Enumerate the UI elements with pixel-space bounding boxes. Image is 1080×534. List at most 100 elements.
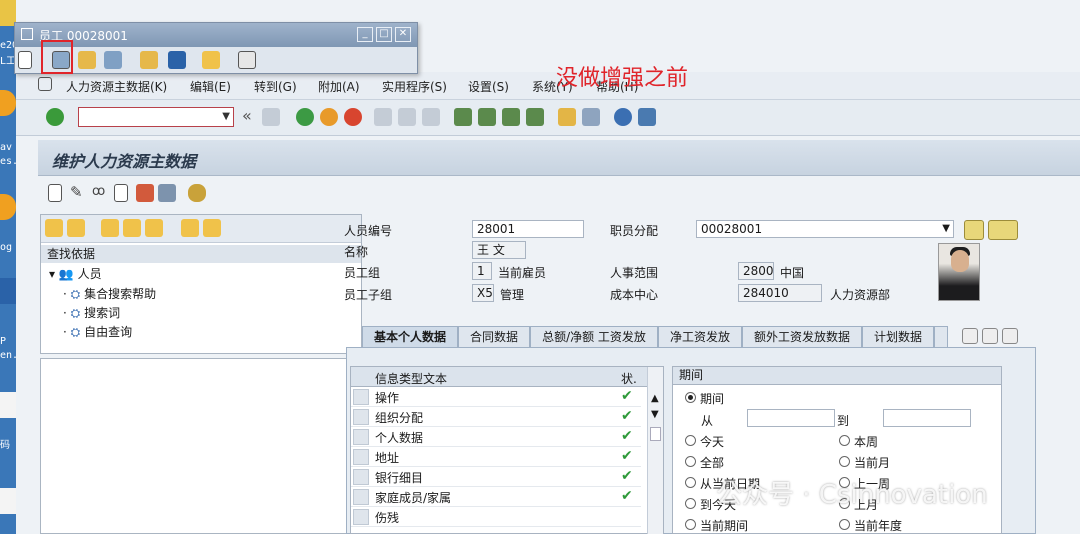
command-field[interactable]: ▼ — [78, 107, 234, 127]
cancel-icon[interactable] — [344, 108, 362, 126]
arrow-left-icon[interactable] — [45, 219, 63, 237]
next-page-icon[interactable] — [502, 108, 520, 126]
radio-to-today[interactable] — [685, 498, 696, 509]
vertical-scrollbar[interactable]: ▲ ▼ — [647, 367, 663, 534]
tree-item-free-search[interactable]: · ⛭ 自由查询 — [63, 323, 132, 340]
tab-contract[interactable]: 合同数据 — [458, 326, 530, 348]
tab-overflow[interactable] — [934, 326, 948, 348]
enter-check-icon[interactable] — [46, 108, 64, 126]
radio-current-year[interactable] — [839, 519, 850, 530]
table-row[interactable]: 伤残 — [351, 507, 641, 527]
radio-from-current-date[interactable] — [685, 477, 696, 488]
execute-icon[interactable] — [168, 51, 186, 69]
favorite-add-icon[interactable] — [101, 219, 119, 237]
transfer-icon[interactable] — [140, 51, 158, 69]
new-session-icon[interactable] — [558, 108, 576, 126]
info-icon[interactable] — [238, 51, 256, 69]
table-row[interactable]: 地址 ✔ — [351, 447, 641, 467]
calendar-icon[interactable] — [104, 51, 122, 69]
exit-icon[interactable] — [320, 108, 338, 126]
document-icon[interactable] — [0, 392, 16, 418]
menu-item-extras[interactable]: 附加(A) — [318, 78, 360, 95]
table-row[interactable]: 操作 ✔ — [351, 387, 641, 407]
favorite-remove-icon[interactable] — [145, 219, 163, 237]
table-row[interactable]: 家庭成员/家属 ✔ — [351, 487, 641, 507]
arrow-right-icon[interactable] — [67, 219, 85, 237]
delete-trash-icon[interactable] — [158, 184, 176, 202]
radio-today[interactable] — [685, 435, 696, 446]
scroll-up-icon[interactable]: ▲ — [651, 393, 659, 404]
employee-popup-window[interactable]: 员工 00028001 _ □ ✕ — [14, 22, 418, 74]
row-selector[interactable] — [353, 469, 369, 485]
menu-item-utilities[interactable]: 实用程序(S) — [382, 78, 447, 95]
maximize-button[interactable]: □ — [376, 27, 392, 42]
app-icon[interactable] — [0, 194, 16, 220]
shortcut-icon[interactable] — [582, 108, 600, 126]
edit-icon[interactable] — [78, 51, 96, 69]
expand-icon[interactable] — [203, 219, 221, 237]
dropdown-arrow-icon[interactable]: ▼ — [942, 221, 950, 237]
table-row[interactable]: 个人数据 ✔ — [351, 427, 641, 447]
radio-current-period[interactable] — [685, 519, 696, 530]
back-icon[interactable] — [296, 108, 314, 126]
pernr-input[interactable]: 28001 — [472, 220, 584, 238]
delimit-icon[interactable] — [136, 184, 154, 202]
overview-person-icon[interactable] — [188, 184, 206, 202]
dropdown-arrow-icon[interactable]: ▼ — [222, 111, 230, 122]
org-structure-icon[interactable] — [964, 220, 984, 240]
tree-item-collective-search[interactable]: · ⛭ 集合搜索帮助 — [63, 285, 156, 302]
row-selector[interactable] — [353, 449, 369, 465]
tree-expand-icon[interactable]: ▾ — [49, 267, 55, 281]
window-icon[interactable] — [38, 77, 52, 91]
app-icon[interactable] — [0, 90, 16, 116]
display-glasses-icon[interactable]: ꝏ — [92, 184, 110, 202]
tab-scroll-left-icon[interactable] — [962, 328, 978, 344]
period-from-input[interactable] — [747, 409, 835, 427]
find-next-icon[interactable] — [422, 108, 440, 126]
tab-gross-net-payroll[interactable]: 总额/净额 工资发放 — [530, 326, 658, 348]
tree-node-persons[interactable]: ▾ 👥 人员 — [49, 265, 102, 282]
assignment-select[interactable]: 00028001 ▼ — [696, 220, 954, 238]
row-selector[interactable] — [353, 409, 369, 425]
scroll-down-icon[interactable]: ▼ — [651, 409, 659, 420]
first-page-icon[interactable] — [454, 108, 472, 126]
change-pencil-icon[interactable]: ✎ — [70, 184, 88, 202]
document-icon[interactable] — [0, 488, 16, 514]
tab-basic-personal[interactable]: 基本个人数据 — [362, 326, 458, 348]
row-selector[interactable] — [353, 389, 369, 405]
star-icon[interactable] — [202, 51, 220, 69]
table-row[interactable]: 组织分配 ✔ — [351, 407, 641, 427]
last-page-icon[interactable] — [526, 108, 544, 126]
copy-icon[interactable] — [114, 184, 128, 202]
tab-scroll-right-icon[interactable] — [982, 328, 998, 344]
print-icon[interactable] — [374, 108, 392, 126]
info-icon[interactable] — [988, 220, 1018, 240]
menu-item-edit[interactable]: 编辑(E) — [190, 78, 231, 95]
radio-all[interactable] — [685, 456, 696, 467]
favorite-icon[interactable] — [123, 219, 141, 237]
menu-item-settings[interactable]: 设置(S) — [468, 78, 509, 95]
radio-period[interactable] — [685, 392, 696, 403]
close-button[interactable]: ✕ — [395, 27, 411, 42]
app-icon[interactable] — [0, 278, 16, 304]
row-selector[interactable] — [353, 509, 369, 525]
help-icon[interactable] — [614, 108, 632, 126]
tab-list-icon[interactable] — [1002, 328, 1018, 344]
scroll-thumb[interactable] — [650, 427, 661, 441]
row-selector[interactable] — [353, 429, 369, 445]
table-row[interactable]: 银行细目 ✔ — [351, 467, 641, 487]
period-to-input[interactable] — [883, 409, 971, 427]
popup-title-bar[interactable]: 员工 00028001 _ □ ✕ — [15, 23, 417, 47]
minimize-button[interactable]: _ — [357, 27, 373, 42]
tab-net-payroll[interactable]: 净工资发放 — [658, 326, 742, 348]
find-icon[interactable] — [398, 108, 416, 126]
tab-planning[interactable]: 计划数据 — [862, 326, 934, 348]
row-selector[interactable] — [353, 489, 369, 505]
tab-additional-payroll[interactable]: 额外工资发放数据 — [742, 326, 862, 348]
create-icon[interactable] — [48, 184, 62, 202]
new-document-icon[interactable] — [18, 51, 32, 69]
menu-item-hr-master[interactable]: 人力资源主数据(K) — [66, 78, 167, 95]
double-chevron-left-icon[interactable]: « — [242, 108, 260, 126]
radio-current-month[interactable] — [839, 456, 850, 467]
tree-item-search-term[interactable]: · ⛭ 搜索词 — [63, 304, 120, 321]
